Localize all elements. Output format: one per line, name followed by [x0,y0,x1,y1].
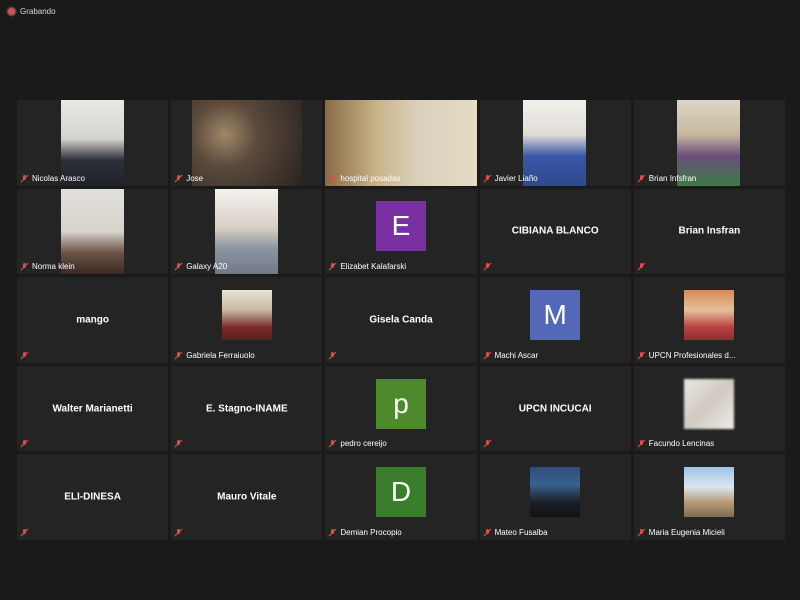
mic-muted-icon [637,528,646,537]
participant-name: Elizabet Kalafarski [340,262,407,272]
participant-tile[interactable]: p pedro cereijo [325,365,477,452]
participant-name: Galaxy A20 [186,262,228,272]
participant-tile[interactable]: Gisela Canda [325,277,477,363]
participant-tile[interactable]: Mateo Fusalba [479,454,631,540]
mic-muted-icon [483,174,492,183]
participant-photo [684,467,735,518]
mic-muted-icon [174,439,183,448]
participant-display-name: ELI-DINESA [64,491,121,503]
participant-tile[interactable]: Brian Infsfran [633,100,785,186]
participant-name: pedro cereijo [340,439,387,449]
participant-video [191,100,302,186]
participant-name: Gabriela Ferraiuolo [186,350,255,360]
participant-name: Mateo Fusalba [494,527,548,537]
participant-tile[interactable]: ELI-DINESA [17,454,169,540]
mic-muted-icon [637,262,646,271]
participant-name: Javier Liaño [494,173,538,183]
participant-display-name: Mauro Vitale [217,491,277,503]
participant-tile[interactable]: UPCN INCUCAI [479,365,631,452]
mic-muted-icon [483,351,492,360]
mic-muted-icon [328,439,337,448]
participant-tile[interactable]: Brian Insfran [633,188,785,275]
mic-muted-icon [637,351,646,360]
participant-tile[interactable]: UPCN Profesionales d... [633,277,785,363]
mic-muted-icon [20,351,29,360]
participant-name: Maria Eugenia Micieli [648,527,725,537]
participant-name: Facundo Lencinas [648,439,715,449]
mic-muted-icon [174,174,183,183]
participant-tile[interactable]: hospital posadas [325,100,477,186]
participant-name: Brian Infsfran [648,173,697,183]
mic-muted-icon [483,262,492,271]
participant-display-name: CIBIANA BLANCO [511,225,599,237]
gallery-view: Nicolas Arasco Jose hospital posadas Jav… [17,100,785,540]
participant-display-name: E. Stagno-INAME [205,403,288,415]
participant-tile[interactable]: Javier Liaño [479,100,631,186]
participant-display-name: UPCN INCUCAI [518,403,592,415]
record-icon [8,8,15,15]
mic-muted-icon [483,528,492,537]
participant-tile[interactable]: Walter Marianetti [17,365,169,452]
participant-tile[interactable]: Maria Eugenia Micieli [633,454,785,540]
mic-muted-icon [483,439,492,448]
mic-muted-icon [637,439,646,448]
mic-muted-icon [20,262,29,271]
participant-display-name: Brian Insfran [678,225,741,237]
participant-name: Machi Ascar [494,350,539,360]
mic-muted-icon [637,174,646,183]
participant-tile[interactable]: M Machi Ascar [479,277,631,363]
mic-muted-icon [174,528,183,537]
participant-photo [530,467,581,518]
participant-tile[interactable]: Jose [171,100,323,186]
mic-muted-icon [20,528,29,537]
participant-tile[interactable]: E Elizabet Kalafarski [325,188,477,275]
participant-photo [684,289,735,340]
participant-name: hospital posadas [340,173,401,183]
participant-avatar: p [375,378,426,429]
mic-muted-icon [328,528,337,537]
participant-tile[interactable]: Norma klein [17,188,169,275]
participant-avatar: D [375,467,426,518]
mic-muted-icon [20,174,29,183]
participant-photo [684,378,735,429]
participant-display-name: Walter Marianetti [52,403,133,415]
participant-tile[interactable]: D Demian Procopio [325,454,477,540]
mic-muted-icon [328,262,337,271]
mic-muted-icon [20,439,29,448]
participant-name: Norma klein [32,262,75,272]
participant-tile[interactable]: E. Stagno-INAME [171,365,323,452]
participant-display-name: Gisela Canda [369,314,433,326]
recording-indicator: Grabando [8,7,56,16]
participant-tile[interactable]: Facundo Lencinas [633,365,785,452]
mic-muted-icon [174,351,183,360]
participant-tile[interactable]: Galaxy A20 [171,188,323,275]
participant-name: Jose [186,173,204,183]
participant-photo [221,289,272,340]
participant-name: UPCN Profesionales d... [648,350,736,360]
participant-avatar: E [375,201,426,252]
mic-muted-icon [328,351,337,360]
participant-display-name: mango [76,314,109,326]
mic-muted-icon [174,262,183,271]
participant-tile[interactable]: Mauro Vitale [171,454,323,540]
mic-muted-icon [328,174,337,183]
participant-name: Demian Procopio [340,527,402,537]
participant-tile[interactable]: CIBIANA BLANCO [479,188,631,275]
recording-label: Grabando [20,7,56,16]
participant-tile[interactable]: mango [17,277,169,363]
participant-name: Nicolas Arasco [32,173,85,183]
participant-tile[interactable]: Nicolas Arasco [17,100,169,186]
participant-tile[interactable]: Gabriela Ferraiuolo [171,277,323,363]
participant-avatar: M [530,289,581,340]
